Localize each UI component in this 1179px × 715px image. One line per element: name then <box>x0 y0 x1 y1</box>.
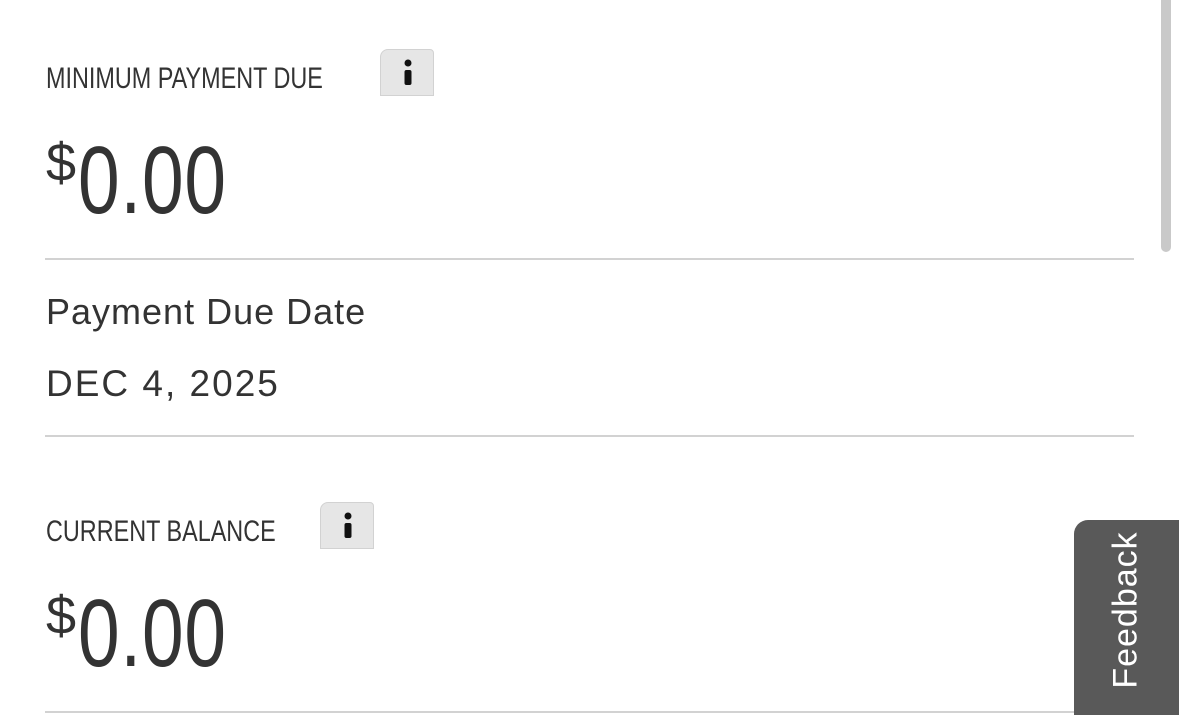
amount-value: 0.00 <box>78 127 227 234</box>
scrollbar-thumb[interactable] <box>1161 0 1171 252</box>
feedback-tab[interactable]: Feedback <box>1074 520 1179 715</box>
payment-due-date-label: Payment Due Date <box>46 291 367 332</box>
current-balance-amount: $ 0.00 <box>46 580 306 687</box>
feedback-label: Feedback <box>1106 531 1145 689</box>
info-icon <box>344 512 352 538</box>
current-balance-info-button[interactable] <box>320 502 374 549</box>
divider <box>45 435 1134 437</box>
amount-value: 0.00 <box>78 580 227 687</box>
info-icon <box>404 59 412 85</box>
minimum-payment-label: MINIMUM PAYMENT DUE <box>46 62 323 95</box>
divider <box>45 258 1134 260</box>
minimum-payment-info-button[interactable] <box>380 49 434 96</box>
payment-due-date-value: DEC 4, 2025 <box>46 363 280 404</box>
minimum-payment-amount: $ 0.00 <box>46 127 306 234</box>
current-balance-label: CURRENT BALANCE <box>46 515 276 548</box>
currency-symbol: $ <box>46 586 77 646</box>
divider <box>45 711 1134 713</box>
currency-symbol: $ <box>46 133 77 193</box>
